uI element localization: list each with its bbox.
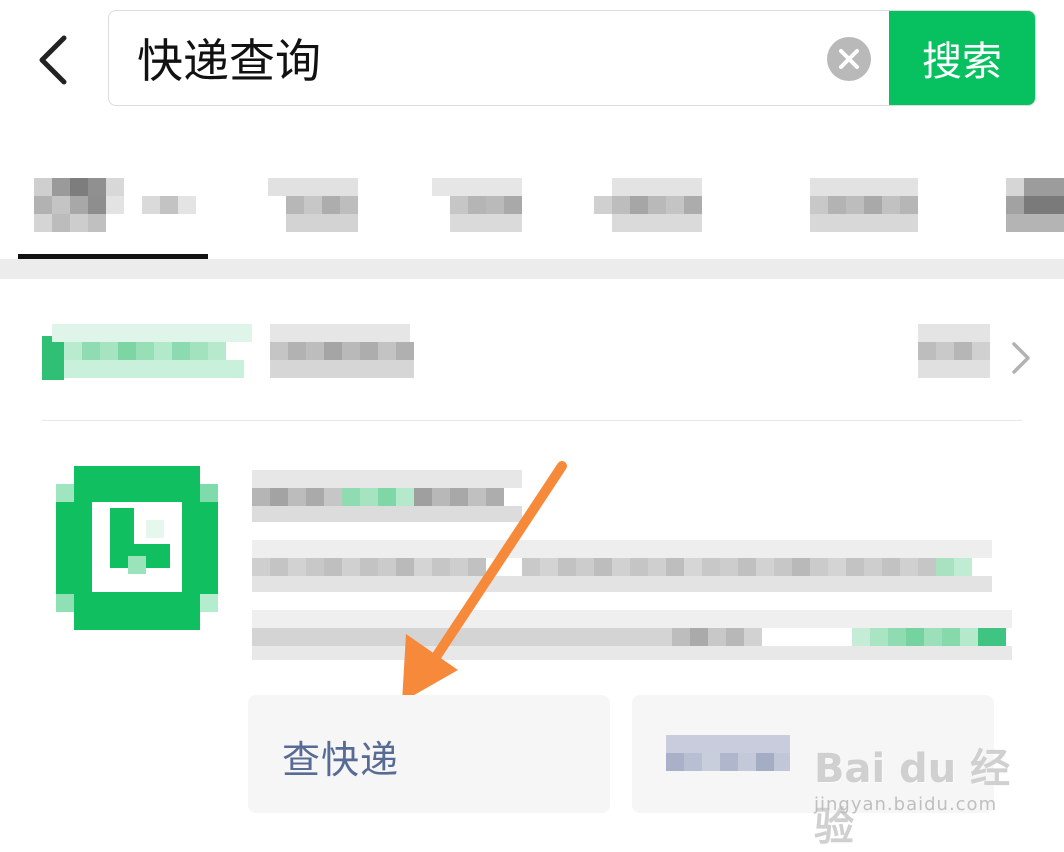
chevron-left-icon	[39, 35, 67, 85]
query-express-button[interactable]: 查快递	[248, 695, 610, 813]
result-header-row[interactable]	[42, 300, 1032, 410]
section-separator	[0, 259, 1064, 279]
search-button[interactable]: 搜索	[889, 11, 1035, 105]
query-express-label: 查快递	[282, 738, 400, 782]
back-button[interactable]	[24, 22, 84, 100]
search-box: 搜索	[108, 10, 1036, 106]
watermark: Bai du 经验 jingyan.baidu.com	[814, 728, 1014, 850]
tab-2[interactable]	[268, 160, 378, 240]
tab-4[interactable]	[594, 160, 724, 240]
tab-6[interactable]	[1006, 160, 1064, 240]
clear-search-button[interactable]	[827, 37, 871, 81]
tab-1[interactable]	[34, 160, 204, 240]
annotation-arrow-icon	[402, 461, 567, 702]
result-logo	[40, 448, 230, 648]
service-logo-icon	[56, 466, 218, 630]
tab-3[interactable]	[432, 160, 542, 240]
watermark-url: jingyan.baidu.com	[814, 794, 998, 815]
result-text-block[interactable]	[232, 460, 1032, 670]
search-input[interactable]	[137, 11, 817, 105]
chevron-right-icon	[1012, 342, 1030, 374]
row-divider	[42, 420, 1022, 421]
tab-bar	[0, 140, 1064, 260]
tab-5[interactable]	[810, 160, 940, 240]
close-icon	[839, 49, 859, 69]
